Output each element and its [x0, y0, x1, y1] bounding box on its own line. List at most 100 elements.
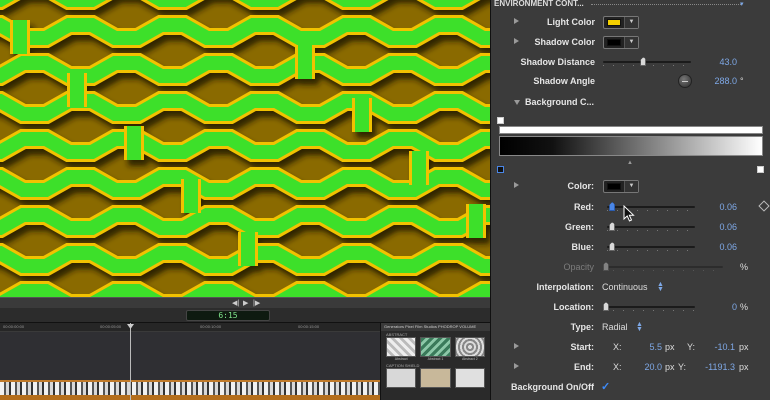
location-slider[interactable]	[603, 301, 695, 313]
shadow-color-label: Shadow Color	[534, 37, 596, 47]
color-chip	[607, 19, 621, 26]
thumb-label: Abstract	[394, 357, 408, 361]
shadow-distance-label: Shadow Distance	[520, 57, 595, 67]
next-frame-icon[interactable]: |▶	[253, 299, 260, 308]
end-x-value[interactable]: 20.0	[624, 362, 662, 372]
slider-knob[interactable]	[609, 202, 616, 211]
gradient-opacity-stop[interactable]	[497, 117, 504, 124]
slider-knob[interactable]	[640, 57, 647, 66]
shadow-distance-value[interactable]: 43.0	[696, 57, 737, 67]
end-label: End:	[574, 362, 594, 372]
light-color-well[interactable]: ▼	[603, 16, 639, 29]
color-chip	[607, 39, 621, 46]
mouse-pointer-icon	[623, 205, 635, 222]
red-label: Red:	[574, 202, 594, 212]
generators-browser: Generators Pixel Film Studios PHODROP VO…	[380, 323, 490, 400]
environment-section-row[interactable]: ENVIRONMENT CONT... ▾	[491, 0, 770, 13]
blue-value[interactable]: 0.06	[696, 242, 737, 252]
transport-bar: ◀| ▶ |▶	[0, 297, 490, 308]
disclosure-triangle-icon[interactable]	[514, 38, 519, 44]
chevron-down-icon[interactable]: ▼	[624, 37, 638, 48]
gradient-opacity-bar[interactable]	[499, 126, 763, 134]
end-row: End: X: 20.0 px Y: -1191.3 px	[491, 358, 770, 376]
timeline-ruler[interactable]: 00:00:00:00 00:00:05:00 00:00:10:00 00:0…	[0, 323, 380, 332]
opacity-label: Opacity	[563, 262, 594, 272]
green-label: Green:	[564, 222, 594, 232]
chevron-down-icon[interactable]: ▼	[624, 181, 638, 192]
shadow-angle-label: Shadow Angle	[533, 76, 595, 86]
section-divider	[591, 4, 741, 5]
color-label: Color:	[567, 181, 595, 191]
blue-label: Blue:	[571, 242, 595, 252]
type-popup[interactable]: Radial	[602, 322, 628, 332]
shadow-angle-value[interactable]: 288.0	[696, 76, 737, 86]
generator-thumb[interactable]	[420, 368, 451, 388]
percent-unit: %	[740, 302, 749, 312]
light-color-row: Light Color ▼	[491, 13, 770, 31]
light-color-label: Light Color	[547, 17, 595, 27]
gradient-color-bar[interactable]	[499, 136, 763, 156]
interpolation-label: Interpolation:	[536, 282, 595, 292]
start-y-label: Y:	[687, 342, 696, 352]
gradient-color-stop[interactable]	[757, 166, 764, 173]
disclosure-triangle-icon[interactable]	[514, 182, 519, 188]
opacity-slider	[603, 261, 723, 273]
location-label: Location:	[553, 302, 595, 312]
gradient-color-stop-selected[interactable]	[497, 166, 504, 173]
slider-knob[interactable]	[603, 302, 609, 311]
popup-arrows-icon[interactable]: ▲ ▼	[636, 321, 643, 333]
generator-thumb-abstract[interactable]	[386, 337, 417, 357]
end-y-label: Y:	[678, 362, 687, 372]
generator-thumb-abstract-2[interactable]	[454, 337, 485, 357]
generator-thumb-abstract-1[interactable]	[420, 337, 451, 357]
start-x-value[interactable]: 5.5	[624, 342, 662, 352]
red-slider[interactable]	[607, 201, 695, 213]
generator-thumb[interactable]	[454, 368, 485, 388]
timeline-clip[interactable]	[0, 380, 380, 400]
browser-header: Generators Pixel Film Studios PHODROP VO…	[381, 323, 490, 331]
red-value[interactable]: 0.06	[696, 202, 737, 212]
slider-knob[interactable]	[609, 242, 616, 251]
shadow-distance-row: Shadow Distance 43.0	[491, 53, 770, 71]
gradient-midpoint-icon[interactable]: ▲	[627, 160, 633, 166]
playhead[interactable]	[130, 323, 131, 400]
color-chip	[607, 183, 621, 190]
disclosure-triangle-icon[interactable]	[514, 343, 519, 349]
blue-slider[interactable]	[607, 241, 695, 253]
chevron-down-icon[interactable]: ▼	[624, 17, 638, 28]
disclosure-triangle-icon[interactable]	[514, 100, 520, 105]
popup-arrows-icon[interactable]: ▲ ▼	[657, 281, 664, 293]
color-row: Color: ▼	[491, 177, 770, 195]
canvas-viewer[interactable]	[0, 0, 490, 297]
background-color-section-row: Background C...	[491, 93, 770, 111]
location-value[interactable]: 0	[696, 302, 737, 312]
disclosure-triangle-icon[interactable]	[514, 18, 519, 24]
angle-dial[interactable]	[678, 74, 692, 88]
interpolation-popup[interactable]: Continuous	[602, 282, 648, 292]
chevron-down-icon[interactable]: ▾	[740, 0, 744, 8]
shadow-distance-slider[interactable]	[603, 56, 691, 68]
shadow-color-well[interactable]: ▼	[603, 36, 639, 49]
disclosure-triangle-icon[interactable]	[514, 363, 519, 369]
shadow-color-row: Shadow Color ▼	[491, 33, 770, 51]
degree-unit: °	[740, 76, 744, 86]
green-slider[interactable]	[607, 221, 695, 233]
start-y-value[interactable]: -10.1	[698, 342, 735, 352]
px-unit: px	[739, 362, 749, 372]
opacity-row: Opacity %	[491, 258, 770, 276]
slider-knob[interactable]	[609, 222, 616, 231]
thumb-label: Abstract 1	[427, 357, 444, 361]
timecode-display[interactable]: 6:15	[186, 310, 270, 321]
play-icon[interactable]: ▶	[243, 299, 248, 308]
end-x-label: X:	[613, 362, 622, 372]
checkmark-icon[interactable]: ✓	[601, 381, 613, 393]
generator-thumb[interactable]	[386, 368, 417, 388]
previous-frame-icon[interactable]: ◀|	[232, 299, 239, 308]
slider-knob	[603, 262, 609, 271]
color-well[interactable]: ▼	[603, 180, 639, 193]
end-y-value[interactable]: -1191.3	[689, 362, 735, 372]
green-value[interactable]: 0.06	[696, 222, 737, 232]
percent-unit: %	[740, 262, 749, 272]
px-unit: px	[665, 342, 675, 352]
shadow-angle-row: Shadow Angle 288.0 °	[491, 72, 770, 90]
